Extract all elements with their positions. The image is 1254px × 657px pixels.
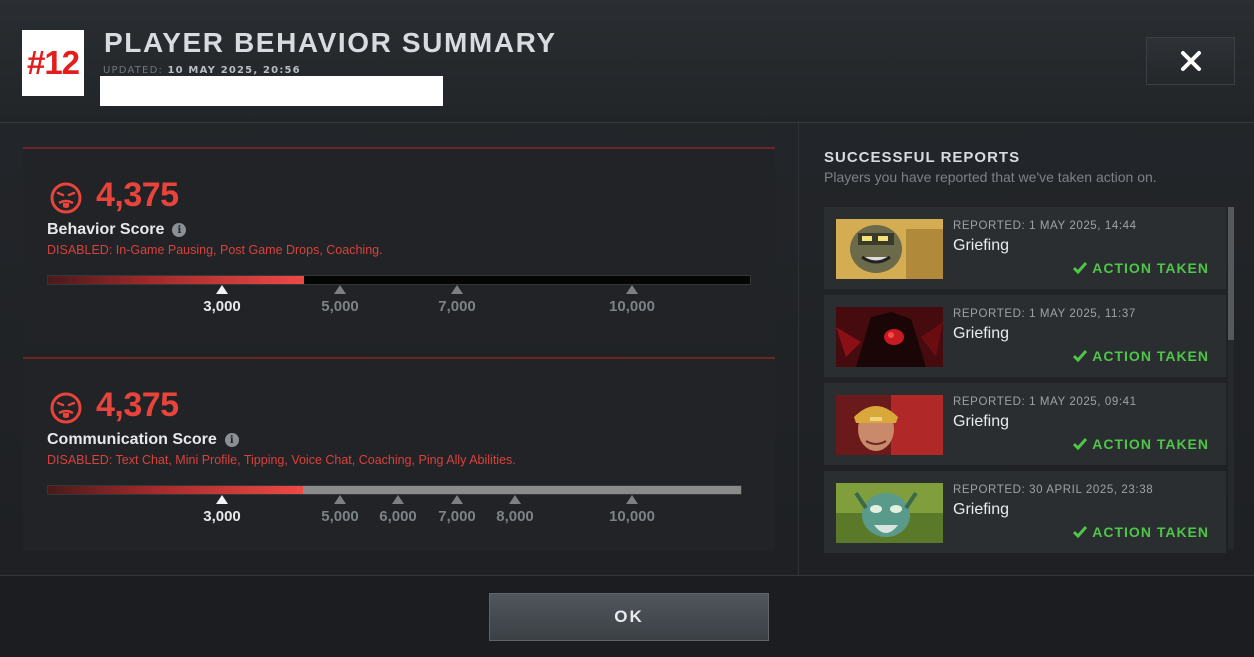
report-item[interactable]: REPORTED: 1 MAY 2025, 09:41 Griefing ACT… (824, 383, 1226, 465)
page-title: PLAYER BEHAVIOR SUMMARY (104, 27, 557, 58)
communication-disabled-features: DISABLED: Text Chat, Mini Profile, Tippi… (47, 453, 516, 467)
tick-marker-10000 (626, 495, 638, 504)
communication-score-label-text: Communication Score (47, 431, 217, 448)
tick-marker-5000 (334, 285, 346, 294)
checkmark-icon (1073, 526, 1088, 538)
angry-face-icon (50, 392, 82, 424)
info-icon[interactable]: i (172, 223, 187, 237)
communication-score-label: Communication Score i (47, 431, 239, 449)
reports-subtitle: Players you have reported that we've tak… (824, 169, 1157, 185)
updated-label: UPDATED: (103, 65, 164, 76)
behavior-score-bar-fill (48, 276, 304, 284)
tick-label: 8,000 (496, 508, 534, 525)
tick-label: 10,000 (609, 508, 655, 525)
tick-marker-3000 (216, 285, 228, 294)
report-status-text: ACTION TAKEN (1092, 524, 1209, 540)
dialog-footer: OK (0, 575, 1254, 657)
communication-score-value: 4,375 (96, 386, 179, 424)
checkmark-icon (1073, 438, 1088, 450)
updated-timestamp: UPDATED: 10 MAY 2025, 20:56 (103, 65, 301, 76)
report-reason: Griefing (953, 501, 1010, 518)
reports-title: SUCCESSFUL REPORTS (824, 149, 1021, 166)
report-item[interactable]: REPORTED: 1 MAY 2025, 11:37 Griefing ACT… (824, 295, 1226, 377)
behavior-summary-dialog: #12 PLAYER BEHAVIOR SUMMARY UPDATED: 10 … (0, 0, 1254, 657)
report-status: ACTION TAKEN (1073, 436, 1209, 452)
behavior-disabled-features: DISABLED: In-Game Pausing, Post Game Dro… (47, 243, 383, 257)
behavior-score-panel: 4,375 Behavior Score i DISABLED: In-Game… (23, 147, 775, 342)
angry-face-icon (50, 182, 82, 214)
behavior-score-label: Behavior Score i (47, 221, 187, 239)
tick-marker-3000 (216, 495, 228, 504)
tick-label: 6,000 (379, 508, 417, 525)
behavior-score-bar (47, 275, 751, 285)
rank-badge-text: #12 (26, 44, 80, 81)
report-status: ACTION TAKEN (1073, 348, 1209, 364)
report-reason: Griefing (953, 325, 1010, 342)
scrollbar-thumb[interactable] (1228, 207, 1234, 340)
communication-score-bar-fill (48, 486, 304, 494)
communication-score-bar (47, 485, 742, 495)
tick-label: 3,000 (203, 508, 241, 525)
tick-marker-6000 (392, 495, 404, 504)
report-status-text: ACTION TAKEN (1092, 260, 1209, 276)
report-reason: Griefing (953, 237, 1010, 254)
info-icon[interactable]: i (224, 433, 239, 447)
report-item[interactable]: REPORTED: 30 APRIL 2025, 23:38 Griefing … (824, 471, 1226, 553)
behavior-score-value: 4,375 (96, 176, 179, 214)
rank-badge: #12 (22, 30, 84, 96)
tick-label: 5,000 (321, 508, 359, 525)
report-timestamp: REPORTED: 1 MAY 2025, 09:41 (953, 396, 1137, 408)
communication-score-panel: 4,375 Communication Score i DISABLED: Te… (23, 357, 775, 551)
report-status: ACTION TAKEN (1073, 260, 1209, 276)
redacted-area (100, 76, 443, 106)
ok-button[interactable]: OK (489, 593, 769, 641)
tiny-portrait-icon (836, 483, 943, 543)
tick-marker-8000 (509, 495, 521, 504)
report-timestamp: REPORTED: 1 MAY 2025, 14:44 (953, 220, 1137, 232)
report-item[interactable]: REPORTED: 1 MAY 2025, 14:44 Griefing ACT… (824, 207, 1226, 289)
tick-label: 7,000 (438, 298, 476, 315)
report-reason: Griefing (953, 413, 1010, 430)
tick-label: 10,000 (609, 298, 655, 315)
shadow-demon-portrait-icon (836, 307, 943, 367)
techies-portrait-icon (836, 219, 943, 279)
tick-marker-7000 (451, 495, 463, 504)
close-button[interactable] (1146, 37, 1235, 85)
close-icon (1180, 51, 1201, 71)
tick-marker-10000 (626, 285, 638, 294)
legion-commander-portrait-icon (836, 395, 943, 455)
checkmark-icon (1073, 350, 1088, 362)
tick-label: 7,000 (438, 508, 476, 525)
tick-label: 5,000 (321, 298, 359, 315)
report-status-text: ACTION TAKEN (1092, 348, 1209, 364)
behavior-score-label-text: Behavior Score (47, 221, 165, 238)
report-timestamp: REPORTED: 30 APRIL 2025, 23:38 (953, 484, 1154, 496)
tick-marker-5000 (334, 495, 346, 504)
vertical-divider (798, 123, 799, 575)
tick-marker-7000 (451, 285, 463, 294)
dialog-header: #12 PLAYER BEHAVIOR SUMMARY UPDATED: 10 … (0, 0, 1254, 123)
checkmark-icon (1073, 262, 1088, 274)
tick-label: 3,000 (203, 298, 241, 315)
report-status: ACTION TAKEN (1073, 524, 1209, 540)
report-status-text: ACTION TAKEN (1092, 436, 1209, 452)
updated-value: 10 MAY 2025, 20:56 (167, 65, 301, 76)
report-timestamp: REPORTED: 1 MAY 2025, 11:37 (953, 308, 1136, 320)
